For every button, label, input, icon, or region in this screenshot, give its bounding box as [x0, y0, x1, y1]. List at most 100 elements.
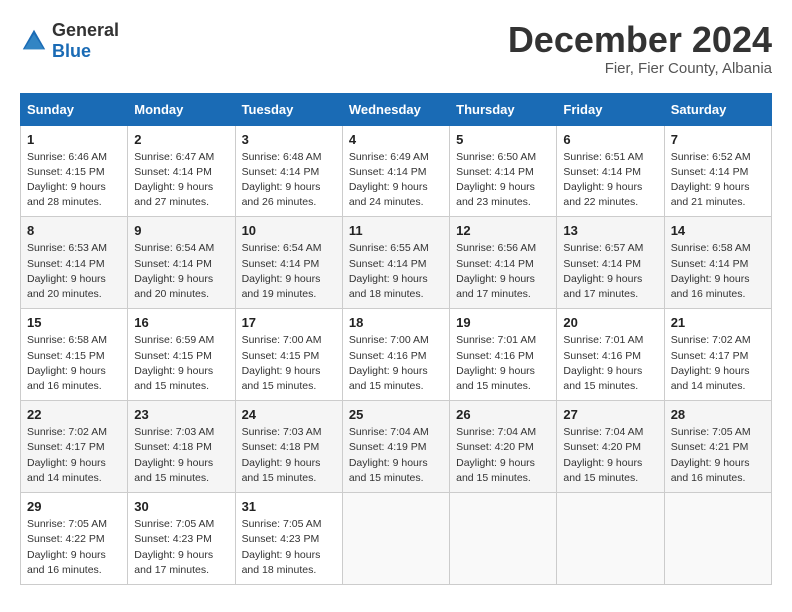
- day-number: 8: [27, 223, 121, 238]
- calendar-cell: 21 Sunrise: 7:02 AM Sunset: 4:17 PM Dayli…: [664, 309, 771, 401]
- page-header: General Blue December 2024 Fier, Fier Co…: [20, 20, 772, 77]
- day-number: 20: [563, 315, 657, 330]
- day-number: 26: [456, 407, 550, 422]
- calendar-cell: [450, 493, 557, 585]
- day-detail: Sunrise: 7:03 AM Sunset: 4:18 PM Dayligh…: [134, 425, 228, 486]
- calendar-cell: 26 Sunrise: 7:04 AM Sunset: 4:20 PM Dayli…: [450, 401, 557, 493]
- header-day-thursday: Thursday: [450, 93, 557, 125]
- day-number: 21: [671, 315, 765, 330]
- day-detail: Sunrise: 7:04 AM Sunset: 4:20 PM Dayligh…: [456, 425, 550, 486]
- day-detail: Sunrise: 7:01 AM Sunset: 4:16 PM Dayligh…: [456, 333, 550, 394]
- day-number: 30: [134, 499, 228, 514]
- day-number: 19: [456, 315, 550, 330]
- logo-icon: [20, 27, 48, 55]
- calendar-cell: 14 Sunrise: 6:58 AM Sunset: 4:14 PM Dayli…: [664, 217, 771, 309]
- day-detail: Sunrise: 6:50 AM Sunset: 4:14 PM Dayligh…: [456, 150, 550, 211]
- day-detail: Sunrise: 7:02 AM Sunset: 4:17 PM Dayligh…: [671, 333, 765, 394]
- logo-general: General: [52, 20, 119, 40]
- calendar-cell: 11Sunrise: 6:55 AM Sunset: 4:14 PM Dayli…: [342, 217, 449, 309]
- calendar-cell: 29Sunrise: 7:05 AM Sunset: 4:22 PM Dayli…: [21, 493, 128, 585]
- calendar-week-5: 29Sunrise: 7:05 AM Sunset: 4:22 PM Dayli…: [21, 493, 772, 585]
- day-number: 18: [349, 315, 443, 330]
- day-number: 2: [134, 132, 228, 147]
- day-detail: Sunrise: 7:00 AM Sunset: 4:16 PM Dayligh…: [349, 333, 443, 394]
- header-day-friday: Friday: [557, 93, 664, 125]
- day-number: 22: [27, 407, 121, 422]
- calendar-cell: 17Sunrise: 7:00 AM Sunset: 4:15 PM Dayli…: [235, 309, 342, 401]
- day-detail: Sunrise: 7:05 AM Sunset: 4:23 PM Dayligh…: [134, 517, 228, 578]
- day-detail: Sunrise: 6:49 AM Sunset: 4:14 PM Dayligh…: [349, 150, 443, 211]
- day-detail: Sunrise: 7:03 AM Sunset: 4:18 PM Dayligh…: [242, 425, 336, 486]
- calendar-cell: 27 Sunrise: 7:04 AM Sunset: 4:20 PM Dayli…: [557, 401, 664, 493]
- calendar-cell: [664, 493, 771, 585]
- day-number: 28: [671, 407, 765, 422]
- calendar-cell: 16Sunrise: 6:59 AM Sunset: 4:15 PM Dayli…: [128, 309, 235, 401]
- day-number: 1: [27, 132, 121, 147]
- day-detail: Sunrise: 6:47 AM Sunset: 4:14 PM Dayligh…: [134, 150, 228, 211]
- calendar-cell: [557, 493, 664, 585]
- day-detail: Sunrise: 6:58 AM Sunset: 4:14 PM Dayligh…: [671, 241, 765, 302]
- calendar-cell: 31 Sunrise: 7:05 AM Sunset: 4:23 PM Dayli…: [235, 493, 342, 585]
- calendar-cell: 12Sunrise: 6:56 AM Sunset: 4:14 PM Dayli…: [450, 217, 557, 309]
- day-detail: Sunrise: 6:53 AM Sunset: 4:14 PM Dayligh…: [27, 241, 121, 302]
- calendar-cell: 1 Sunrise: 6:46 AM Sunset: 4:15 PM Daylig…: [21, 125, 128, 217]
- day-detail: Sunrise: 6:51 AM Sunset: 4:14 PM Dayligh…: [563, 150, 657, 211]
- calendar-week-3: 15 Sunrise: 6:58 AM Sunset: 4:15 PM Dayli…: [21, 309, 772, 401]
- calendar-cell: 3 Sunrise: 6:48 AM Sunset: 4:14 PM Daylig…: [235, 125, 342, 217]
- day-number: 15: [27, 315, 121, 330]
- calendar-cell: 15 Sunrise: 6:58 AM Sunset: 4:15 PM Dayli…: [21, 309, 128, 401]
- day-number: 10: [242, 223, 336, 238]
- day-detail: Sunrise: 7:04 AM Sunset: 4:20 PM Dayligh…: [563, 425, 657, 486]
- calendar-cell: 4 Sunrise: 6:49 AM Sunset: 4:14 PM Daylig…: [342, 125, 449, 217]
- calendar-cell: 30 Sunrise: 7:05 AM Sunset: 4:23 PM Dayli…: [128, 493, 235, 585]
- day-detail: Sunrise: 6:58 AM Sunset: 4:15 PM Dayligh…: [27, 333, 121, 394]
- calendar-cell: 5Sunrise: 6:50 AM Sunset: 4:14 PM Daylig…: [450, 125, 557, 217]
- logo-text: General Blue: [52, 20, 119, 62]
- day-detail: Sunrise: 6:56 AM Sunset: 4:14 PM Dayligh…: [456, 241, 550, 302]
- day-number: 9: [134, 223, 228, 238]
- day-detail: Sunrise: 7:04 AM Sunset: 4:19 PM Dayligh…: [349, 425, 443, 486]
- day-number: 27: [563, 407, 657, 422]
- day-number: 29: [27, 499, 121, 514]
- day-detail: Sunrise: 6:57 AM Sunset: 4:14 PM Dayligh…: [563, 241, 657, 302]
- calendar-subtitle: Fier, Fier County, Albania: [508, 60, 772, 77]
- calendar-cell: 25Sunrise: 7:04 AM Sunset: 4:19 PM Dayli…: [342, 401, 449, 493]
- day-number: 13: [563, 223, 657, 238]
- header-day-monday: Monday: [128, 93, 235, 125]
- day-detail: Sunrise: 6:46 AM Sunset: 4:15 PM Dayligh…: [27, 150, 121, 211]
- calendar-cell: [342, 493, 449, 585]
- day-detail: Sunrise: 6:48 AM Sunset: 4:14 PM Dayligh…: [242, 150, 336, 211]
- day-number: 3: [242, 132, 336, 147]
- calendar-cell: 8 Sunrise: 6:53 AM Sunset: 4:14 PM Daylig…: [21, 217, 128, 309]
- day-number: 4: [349, 132, 443, 147]
- calendar-body: 1 Sunrise: 6:46 AM Sunset: 4:15 PM Daylig…: [21, 125, 772, 584]
- calendar-cell: 18 Sunrise: 7:00 AM Sunset: 4:16 PM Dayli…: [342, 309, 449, 401]
- day-number: 7: [671, 132, 765, 147]
- calendar-cell: 19 Sunrise: 7:01 AM Sunset: 4:16 PM Dayli…: [450, 309, 557, 401]
- calendar-cell: 13 Sunrise: 6:57 AM Sunset: 4:14 PM Dayli…: [557, 217, 664, 309]
- calendar-week-4: 22 Sunrise: 7:02 AM Sunset: 4:17 PM Dayli…: [21, 401, 772, 493]
- day-detail: Sunrise: 7:05 AM Sunset: 4:23 PM Dayligh…: [242, 517, 336, 578]
- calendar-week-1: 1 Sunrise: 6:46 AM Sunset: 4:15 PM Daylig…: [21, 125, 772, 217]
- calendar-cell: 6 Sunrise: 6:51 AM Sunset: 4:14 PM Daylig…: [557, 125, 664, 217]
- calendar-cell: 20 Sunrise: 7:01 AM Sunset: 4:16 PM Dayli…: [557, 309, 664, 401]
- calendar-cell: 7Sunrise: 6:52 AM Sunset: 4:14 PM Daylig…: [664, 125, 771, 217]
- day-detail: Sunrise: 6:54 AM Sunset: 4:14 PM Dayligh…: [134, 241, 228, 302]
- day-number: 31: [242, 499, 336, 514]
- day-detail: Sunrise: 7:01 AM Sunset: 4:16 PM Dayligh…: [563, 333, 657, 394]
- day-detail: Sunrise: 7:02 AM Sunset: 4:17 PM Dayligh…: [27, 425, 121, 486]
- calendar-cell: 23 Sunrise: 7:03 AM Sunset: 4:18 PM Dayli…: [128, 401, 235, 493]
- calendar-table: SundayMondayTuesdayWednesdayThursdayFrid…: [20, 93, 772, 585]
- day-number: 24: [242, 407, 336, 422]
- day-number: 6: [563, 132, 657, 147]
- day-number: 16: [134, 315, 228, 330]
- day-number: 17: [242, 315, 336, 330]
- day-number: 14: [671, 223, 765, 238]
- logo-blue: Blue: [52, 41, 91, 61]
- day-number: 11: [349, 223, 443, 238]
- calendar-week-2: 8 Sunrise: 6:53 AM Sunset: 4:14 PM Daylig…: [21, 217, 772, 309]
- calendar-cell: 24 Sunrise: 7:03 AM Sunset: 4:18 PM Dayli…: [235, 401, 342, 493]
- day-number: 23: [134, 407, 228, 422]
- calendar-title: December 2024: [508, 20, 772, 60]
- day-detail: Sunrise: 7:05 AM Sunset: 4:21 PM Dayligh…: [671, 425, 765, 486]
